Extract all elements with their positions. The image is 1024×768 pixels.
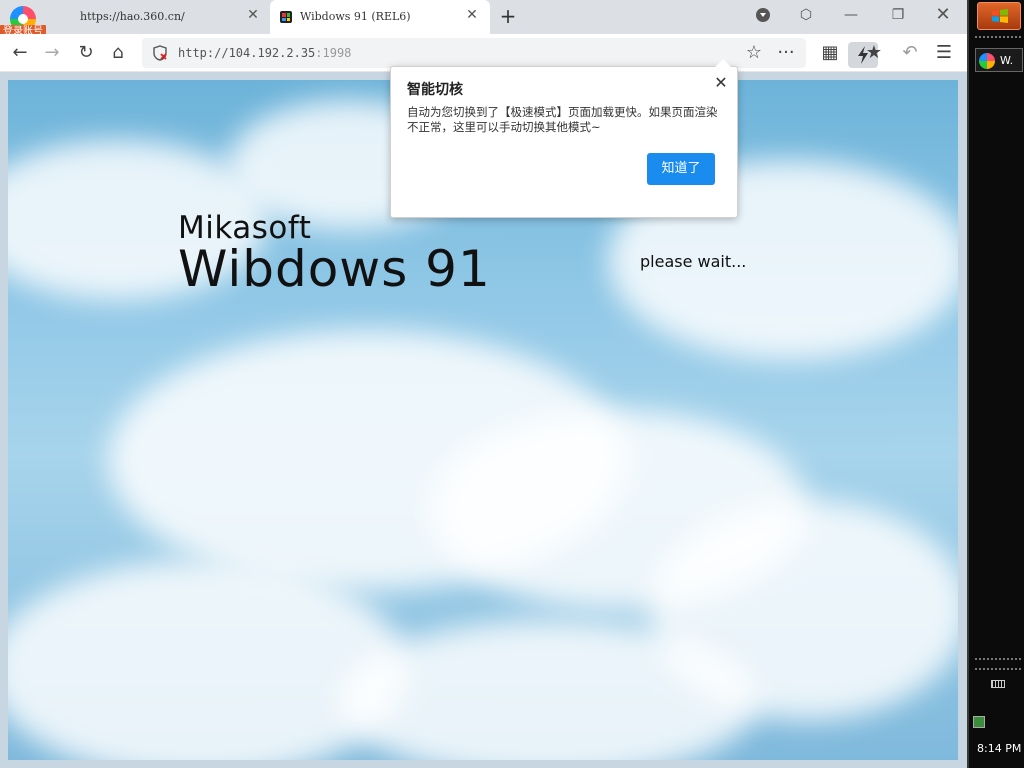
taskbar: W. 8:14 PM (967, 0, 1024, 768)
close-tab-icon[interactable]: ✕ (246, 8, 260, 22)
tab-title: https://hao.360.cn/ (80, 10, 185, 23)
url-text[interactable]: http://104.192.2.35:1998 (178, 46, 351, 60)
taskbar-grip[interactable] (975, 668, 1021, 672)
network-tray-icon[interactable] (973, 716, 985, 728)
popup-message: 自动为您切换到了【极速模式】页面加载更快。如果页面渲染不正常，这里可以手动切换其… (407, 105, 718, 134)
browser-window: 登录账号 https://hao.360.cn/ ✕ Wibdows 91 (R… (0, 0, 967, 768)
undo-close-icon[interactable]: ↶ (898, 41, 922, 65)
windows-flag-icon (992, 9, 1008, 23)
tab-bar: 登录账号 https://hao.360.cn/ ✕ Wibdows 91 (R… (0, 0, 967, 39)
home-button[interactable]: ⌂ (106, 41, 130, 65)
loading-status: please wait... (640, 252, 747, 271)
menu-icon[interactable]: ☰ (932, 41, 956, 65)
taskbar-grip[interactable] (975, 36, 1021, 40)
close-tab-icon[interactable]: ✕ (465, 8, 479, 22)
address-bar[interactable]: http://104.192.2.35:1998 (142, 38, 878, 68)
skin-icon[interactable]: ⬡ (795, 4, 817, 26)
maximize-button[interactable]: ❐ (887, 4, 909, 26)
taskbar-item-label: W. (1000, 54, 1014, 67)
forward-button[interactable]: → (40, 41, 64, 65)
boot-logo: Mikasoft Wibdows 91 (178, 210, 491, 296)
popup-title: 智能切核 (407, 82, 463, 98)
favorites-icon[interactable]: ★ (862, 41, 886, 65)
close-window-button[interactable]: ✕ (932, 4, 954, 26)
got-it-button[interactable]: 知道了 (647, 153, 715, 185)
tab-wibdows[interactable]: Wibdows 91 (REL6) ✕ (270, 0, 490, 34)
keyboard-icon[interactable] (991, 680, 1005, 688)
smart-kernel-popup: 智能切核 ✕ 自动为您切换到了【极速模式】页面加载更快。如果页面渲染不正常，这里… (390, 59, 738, 218)
start-button[interactable] (977, 2, 1021, 30)
system-clock[interactable]: 8:14 PM (977, 742, 1021, 755)
wibdows-favicon-icon (280, 11, 292, 23)
minimize-button[interactable]: — (840, 4, 862, 26)
product-name: Wibdows 91 (178, 240, 491, 298)
download-icon[interactable] (752, 4, 774, 26)
tab-title: Wibdows 91 (REL6) (300, 10, 411, 23)
close-icon[interactable]: ✕ (713, 73, 729, 92)
back-button[interactable]: ← (8, 41, 32, 65)
bookmark-star-icon[interactable]: ☆ (742, 41, 766, 65)
browser-logo-icon (979, 53, 995, 69)
new-tab-button[interactable]: + (498, 5, 518, 27)
more-icon[interactable]: ··· (774, 41, 798, 65)
reload-button[interactable]: ↻ (74, 41, 98, 65)
not-secure-icon[interactable] (152, 45, 168, 61)
taskbar-item-browser[interactable]: W. (975, 48, 1023, 72)
taskbar-grip[interactable] (975, 658, 1021, 662)
apps-grid-icon[interactable]: ▦ (818, 41, 842, 65)
tab-hao360[interactable]: https://hao.360.cn/ ✕ (60, 0, 268, 34)
